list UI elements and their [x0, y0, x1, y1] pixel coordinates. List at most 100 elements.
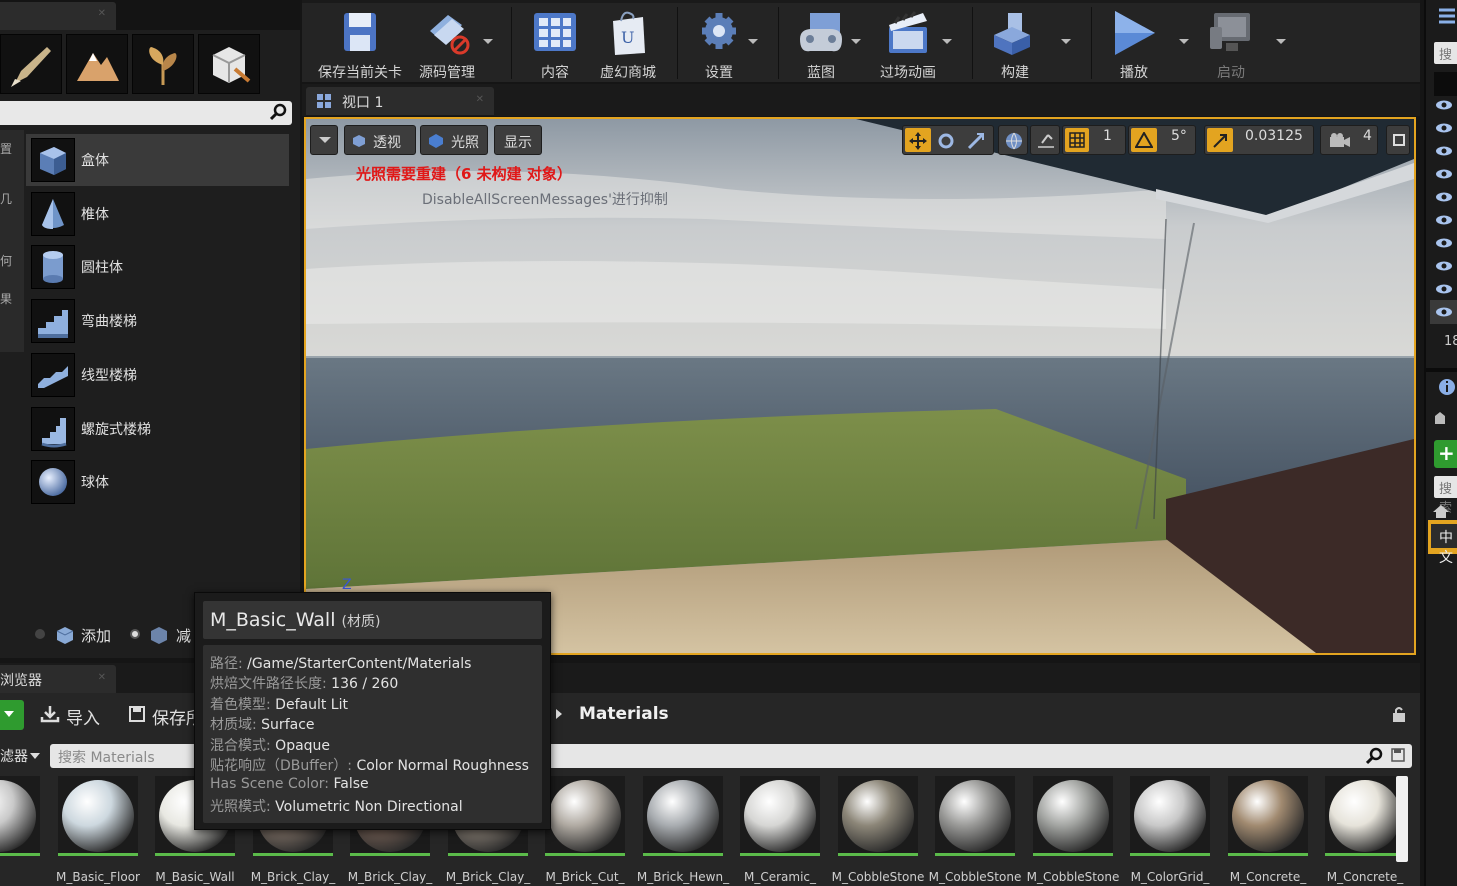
play-button[interactable]: 播放 [1103, 7, 1165, 81]
asset-tile[interactable]: M_Ceramic_ [740, 776, 820, 886]
place-item-box[interactable]: 盒体 [26, 134, 289, 186]
viewport-options-button[interactable] [310, 125, 338, 155]
eye-icon[interactable] [1435, 169, 1453, 179]
modes-tab[interactable]: ✕ [0, 2, 116, 30]
place-item-linear-stairs[interactable]: 线型楼梯 [26, 349, 289, 401]
close-icon[interactable]: ✕ [98, 672, 106, 683]
show-flags-button[interactable]: 显示 [494, 125, 542, 155]
marketplace-button[interactable]: U 虚幻商城 [592, 7, 664, 81]
info-icon[interactable] [1438, 378, 1456, 396]
perspective-button[interactable]: 透视 [344, 125, 416, 155]
blueprints-button[interactable]: 蓝图 [790, 7, 852, 81]
viewport-tab[interactable]: 视口 1 ✕ [306, 87, 494, 115]
home-icon[interactable] [1432, 503, 1450, 519]
asset-tile[interactable]: M_CobbleStone [929, 776, 1021, 886]
rotate-icon[interactable] [937, 132, 955, 150]
eye-icon[interactable] [1435, 192, 1453, 202]
place-item-cone[interactable]: 椎体 [26, 188, 289, 240]
filters-button[interactable]: 滤器 [0, 746, 28, 766]
asset-tile[interactable]: M_Brick_Cut_ [545, 776, 625, 886]
level-viewport[interactable]: 透视 光照 显示 1 5° 0.03125 4 光照需要重建（6 未构建 对象）… [304, 117, 1416, 655]
maximize-viewport-button[interactable] [1386, 125, 1410, 155]
scrollbar[interactable] [1396, 776, 1408, 862]
paint-mode-button[interactable] [0, 34, 62, 94]
maximize-icon [1393, 134, 1405, 146]
content-button[interactable]: 内容 [524, 7, 586, 81]
category-label[interactable]: 置 [0, 140, 12, 157]
launch-button[interactable]: 启动 [1200, 7, 1262, 81]
asset-tile[interactable]: M_Concrete_ [1325, 776, 1405, 886]
lock-icon[interactable] [1390, 705, 1408, 723]
eye-icon[interactable] [1435, 238, 1453, 248]
outliner-header [1434, 72, 1457, 96]
cinematics-button[interactable]: 过场动画 [872, 7, 944, 81]
camera-speed-button[interactable]: 4 [1320, 125, 1378, 155]
save-search-icon[interactable] [1390, 747, 1406, 763]
category-label[interactable]: 几 [0, 190, 12, 207]
build-button[interactable]: 构建 [984, 7, 1046, 81]
save-level-button[interactable]: 保存当前关卡 [308, 7, 412, 81]
scale-snap-group[interactable]: 0.03125 [1204, 125, 1314, 155]
search-icon[interactable] [270, 103, 288, 121]
language-tab[interactable]: 中文 [1428, 520, 1457, 566]
list-icon[interactable] [1438, 8, 1456, 24]
details-search-input[interactable]: 搜索 [1434, 476, 1457, 516]
asset-tile[interactable]: M_Concrete_ [1228, 776, 1308, 886]
eye-icon[interactable] [1435, 123, 1453, 133]
asset-tile[interactable]: M_Basic_Floor [56, 776, 140, 886]
source-control-button[interactable]: 源码管理 [414, 7, 480, 81]
grid-snap-group[interactable]: 1 [1062, 125, 1126, 155]
chevron-down-icon[interactable] [30, 753, 40, 759]
place-search-input[interactable] [0, 101, 292, 125]
close-icon[interactable]: ✕ [98, 8, 106, 19]
subtractive-radio[interactable] [130, 629, 140, 639]
scale-icon[interactable] [967, 132, 985, 150]
asset-tile[interactable]: M_Brick_Hewn_ [637, 776, 729, 886]
chevron-down-icon[interactable] [1061, 39, 1071, 44]
place-item-spiral-stairs[interactable]: 螺旋式楼梯 [26, 403, 289, 455]
foliage-mode-button[interactable] [132, 34, 194, 94]
path-materials[interactable]: Materials [579, 704, 669, 724]
add-component-button[interactable]: + [1434, 440, 1457, 468]
surface-snapping-button[interactable] [1030, 125, 1060, 155]
lighting-mode-button[interactable]: 光照 [420, 125, 488, 155]
asset-tile[interactable]: M_CobbleStone [1027, 776, 1119, 886]
chevron-down-icon[interactable] [1276, 39, 1286, 44]
world-local-toggle[interactable] [998, 125, 1028, 155]
outliner-search-input[interactable]: 搜 [1434, 42, 1457, 64]
class-icon[interactable] [1432, 410, 1448, 426]
language-label: 中文 [1439, 530, 1453, 566]
search-icon[interactable] [1366, 747, 1384, 765]
add-new-button[interactable] [0, 700, 24, 730]
geometry-mode-button[interactable] [198, 34, 260, 94]
import-button[interactable]: 导入 [66, 704, 100, 729]
chevron-right-icon[interactable] [556, 709, 562, 719]
chevron-down-icon[interactable] [851, 39, 861, 44]
eye-icon[interactable] [1435, 307, 1453, 317]
eye-icon[interactable] [1435, 261, 1453, 271]
rotation-snap-group[interactable]: 5° [1128, 125, 1196, 155]
chevron-down-icon[interactable] [1179, 39, 1189, 44]
additive-radio[interactable] [35, 629, 45, 639]
chevron-down-icon[interactable] [483, 39, 493, 44]
asset-tile[interactable]: M_CobbleStone [832, 776, 924, 886]
chevron-down-icon[interactable] [942, 39, 952, 44]
place-item-cylinder[interactable]: 圆柱体 [26, 241, 289, 293]
asset-tile[interactable]: M_ColorGrid_ [1130, 776, 1210, 886]
grid-icon [1069, 132, 1085, 148]
source-control-label: 源码管理 [419, 65, 475, 81]
settings-button[interactable]: 设置 [688, 7, 750, 81]
eye-icon[interactable] [1435, 284, 1453, 294]
asset-tile[interactable] [0, 776, 40, 886]
place-item-curved-stairs[interactable]: 弯曲楼梯 [26, 295, 289, 347]
eye-icon[interactable] [1435, 100, 1453, 110]
eye-icon[interactable] [1435, 146, 1453, 156]
category-label[interactable]: 何 [0, 252, 12, 269]
close-icon[interactable]: ✕ [476, 94, 484, 105]
eye-icon[interactable] [1435, 215, 1453, 225]
place-item-sphere[interactable]: 球体 [26, 456, 289, 508]
category-label[interactable]: 果 [0, 290, 12, 307]
chevron-down-icon[interactable] [748, 39, 758, 44]
content-browser-tab[interactable]: 浏览器 ✕ [0, 665, 116, 693]
landscape-mode-button[interactable] [66, 34, 128, 94]
